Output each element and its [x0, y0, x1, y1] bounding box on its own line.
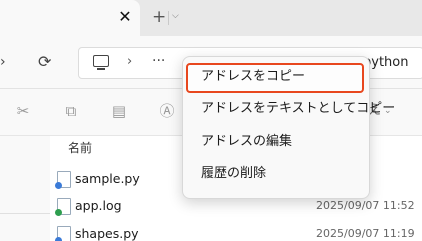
tab-strip: ✕ + ⌵: [0, 0, 422, 36]
new-tab-icon[interactable]: +: [152, 8, 168, 26]
breadcrumb-current-folder[interactable]: python: [363, 55, 422, 71]
menu-item-label: 履歴の削除: [201, 166, 267, 181]
menu-item-edit-address[interactable]: アドレスの編集: [187, 127, 363, 157]
scissors-icon[interactable]: ✂: [14, 102, 32, 120]
menu-item-label: アドレスをコピー: [201, 69, 306, 84]
breadcrumb-chevron-icon[interactable]: ›: [127, 54, 137, 70]
table-row[interactable]: shapes.py 2025/09/07 11:19: [50, 221, 422, 241]
address-context-menu: アドレスをコピー アドレスをテキストとしてコピー アドレスの編集 履歴の削除: [182, 56, 396, 199]
menu-item-delete-history[interactable]: 履歴の削除: [187, 159, 363, 189]
copy-icon[interactable]: ⧉: [62, 102, 80, 120]
column-header-name[interactable]: 名前: [68, 139, 128, 157]
navigation-pane: [0, 136, 50, 241]
tab-divider: [168, 11, 169, 25]
file-name: shapes.py: [75, 226, 139, 241]
active-tab[interactable]: ✕: [0, 0, 140, 36]
tab-list-chevron-icon[interactable]: ⌵: [172, 10, 182, 22]
file-explorer-window: ✕ + ⌵ › ⟳ › ··· › python ✂ ⧉ ▤ Ⓐ え ⌄ 名前: [0, 0, 422, 241]
log-file-icon: [55, 198, 71, 216]
refresh-icon[interactable]: ⟳: [38, 53, 56, 71]
file-name: app.log: [75, 198, 122, 213]
forward-icon[interactable]: ›: [0, 54, 10, 70]
file-date: 2025/09/07 11:52: [316, 199, 415, 212]
paste-icon[interactable]: ▤: [110, 102, 128, 120]
navigation-pane-divider: [0, 213, 50, 214]
menu-item-label: アドレスをテキストとしてコピー: [201, 101, 396, 116]
python-file-icon: [55, 226, 71, 241]
menu-item-label: アドレスの編集: [201, 134, 293, 149]
pc-icon[interactable]: [93, 55, 109, 70]
python-file-icon: [55, 171, 71, 189]
menu-item-copy-address-as-text[interactable]: アドレスをテキストとしてコピー: [187, 94, 396, 124]
breadcrumb-overflow-icon[interactable]: ···: [152, 53, 172, 69]
close-tab-icon[interactable]: ✕: [117, 8, 133, 26]
file-date: 2025/09/07 11:19: [316, 227, 415, 240]
rename-icon[interactable]: Ⓐ: [158, 102, 176, 120]
menu-item-copy-address[interactable]: アドレスをコピー: [186, 63, 364, 93]
